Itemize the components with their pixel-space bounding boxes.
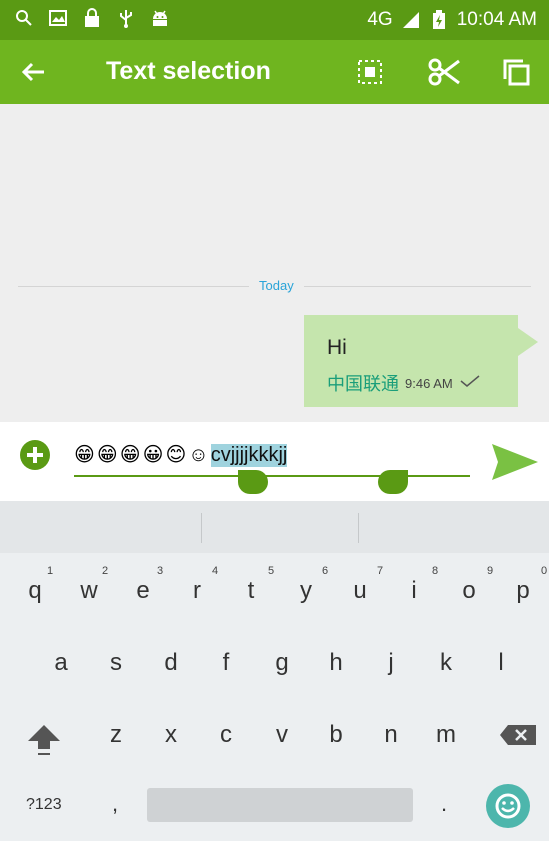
key-m[interactable]: m xyxy=(426,721,466,749)
status-bar: 4G 10:04 AM xyxy=(0,0,549,40)
day-label: Today xyxy=(249,278,304,293)
add-attachment-icon[interactable] xyxy=(20,440,50,470)
emoji: 😁 xyxy=(96,444,118,466)
emoji: 😁 xyxy=(119,444,141,466)
key-l[interactable]: l xyxy=(481,649,521,677)
suggestion-divider xyxy=(201,513,202,543)
message-text: Hi xyxy=(327,336,347,359)
back-arrow-icon[interactable] xyxy=(16,54,52,90)
action-bar: Text selection xyxy=(0,40,549,104)
key-f[interactable]: f xyxy=(206,649,246,677)
emoji: 😀 xyxy=(142,444,164,466)
message-meta: 中国联通 9:46 AM xyxy=(327,370,481,396)
key-k[interactable]: k xyxy=(426,649,466,677)
battery-icon xyxy=(429,10,449,30)
key-e[interactable]: e xyxy=(123,577,163,605)
key-s[interactable]: s xyxy=(96,649,136,677)
key-hint: 8 xyxy=(432,565,439,577)
key-d[interactable]: d xyxy=(151,649,191,677)
key-x[interactable]: x xyxy=(151,721,191,749)
key-hint: 1 xyxy=(47,565,54,577)
emoji: 😊 xyxy=(165,444,187,466)
android-icon xyxy=(150,8,170,28)
sent-check-icon xyxy=(459,374,481,393)
key-n[interactable]: n xyxy=(371,721,411,749)
emoji-key-icon[interactable] xyxy=(486,784,530,828)
key-i[interactable]: i xyxy=(394,577,434,605)
space-key[interactable] xyxy=(147,788,413,822)
key-t[interactable]: t xyxy=(231,577,271,605)
key-a[interactable]: a xyxy=(41,649,81,677)
page-title: Text selection xyxy=(106,57,271,85)
key-y[interactable]: y xyxy=(286,577,326,605)
suggestion-divider xyxy=(358,513,359,543)
emoji: 😁 xyxy=(74,444,95,466)
selected-text[interactable]: cvjjjjkkkjj xyxy=(210,443,288,467)
signal-icon xyxy=(401,10,421,30)
key-hint: 9 xyxy=(487,565,494,577)
select-all-icon[interactable] xyxy=(352,54,388,90)
conversation-view[interactable]: Today Hi 中国联通 9:46 AM xyxy=(0,104,549,422)
key-r[interactable]: r xyxy=(177,577,217,605)
selection-start-handle[interactable] xyxy=(238,470,268,494)
key-hint: 3 xyxy=(157,565,164,577)
period-key[interactable]: . xyxy=(441,791,447,817)
image-icon xyxy=(48,8,68,28)
key-u[interactable]: u xyxy=(340,577,380,605)
key-b[interactable]: b xyxy=(316,721,356,749)
key-hint: 7 xyxy=(377,565,384,577)
usb-icon xyxy=(116,8,136,28)
selection-end-handle[interactable] xyxy=(378,470,408,494)
screen: 4G 10:04 AM Text selection Today Hi 中国联通… xyxy=(0,0,549,841)
key-o[interactable]: o xyxy=(449,577,489,605)
compose-bar: 😁 😁 😁 😀 😊 ☺ cvjjjjkkkjj xyxy=(0,422,549,501)
key-hint: 2 xyxy=(102,565,109,577)
message-bubble[interactable]: Hi 中国联通 9:46 AM xyxy=(304,315,518,407)
message-input[interactable]: 😁 😁 😁 😀 😊 ☺ cvjjjjkkkjj xyxy=(74,438,470,472)
message-time: 9:46 AM xyxy=(405,375,453,391)
key-v[interactable]: v xyxy=(262,721,302,749)
key-hint: 6 xyxy=(322,565,329,577)
lock-icon xyxy=(82,8,102,28)
key-w[interactable]: w xyxy=(69,577,109,605)
input-underline xyxy=(74,475,470,477)
carrier-label: 中国联通 xyxy=(327,374,399,394)
cut-icon[interactable] xyxy=(426,54,462,90)
comma-key[interactable]: , xyxy=(112,791,118,817)
keyboard: ?123 , . q1 w2 e3 r4t5y6u7i8o9p0 asdfghjkl zx… xyxy=(0,501,549,841)
bubble-tail xyxy=(518,328,538,356)
key-hint: 0 xyxy=(541,565,548,577)
clock: 10:04 AM xyxy=(456,9,537,30)
network-label: 4G xyxy=(367,9,393,30)
key-h[interactable]: h xyxy=(316,649,356,677)
key-p[interactable]: p xyxy=(503,577,543,605)
key-g[interactable]: g xyxy=(262,649,302,677)
shift-key-icon[interactable] xyxy=(26,721,62,757)
key-q[interactable]: q xyxy=(15,577,55,605)
key-j[interactable]: j xyxy=(371,649,411,677)
suggestion-strip xyxy=(0,501,549,553)
key-hint: 4 xyxy=(212,565,219,577)
copy-icon[interactable] xyxy=(498,54,534,90)
symbols-key[interactable]: ?123 xyxy=(26,796,62,814)
key-hint: 5 xyxy=(268,565,275,577)
search-icon xyxy=(14,8,34,28)
key-z[interactable]: z xyxy=(96,721,136,749)
key-c[interactable]: c xyxy=(206,721,246,749)
send-icon[interactable] xyxy=(490,442,540,482)
backspace-key-icon[interactable] xyxy=(498,723,538,747)
emoji: ☺ xyxy=(188,444,209,466)
